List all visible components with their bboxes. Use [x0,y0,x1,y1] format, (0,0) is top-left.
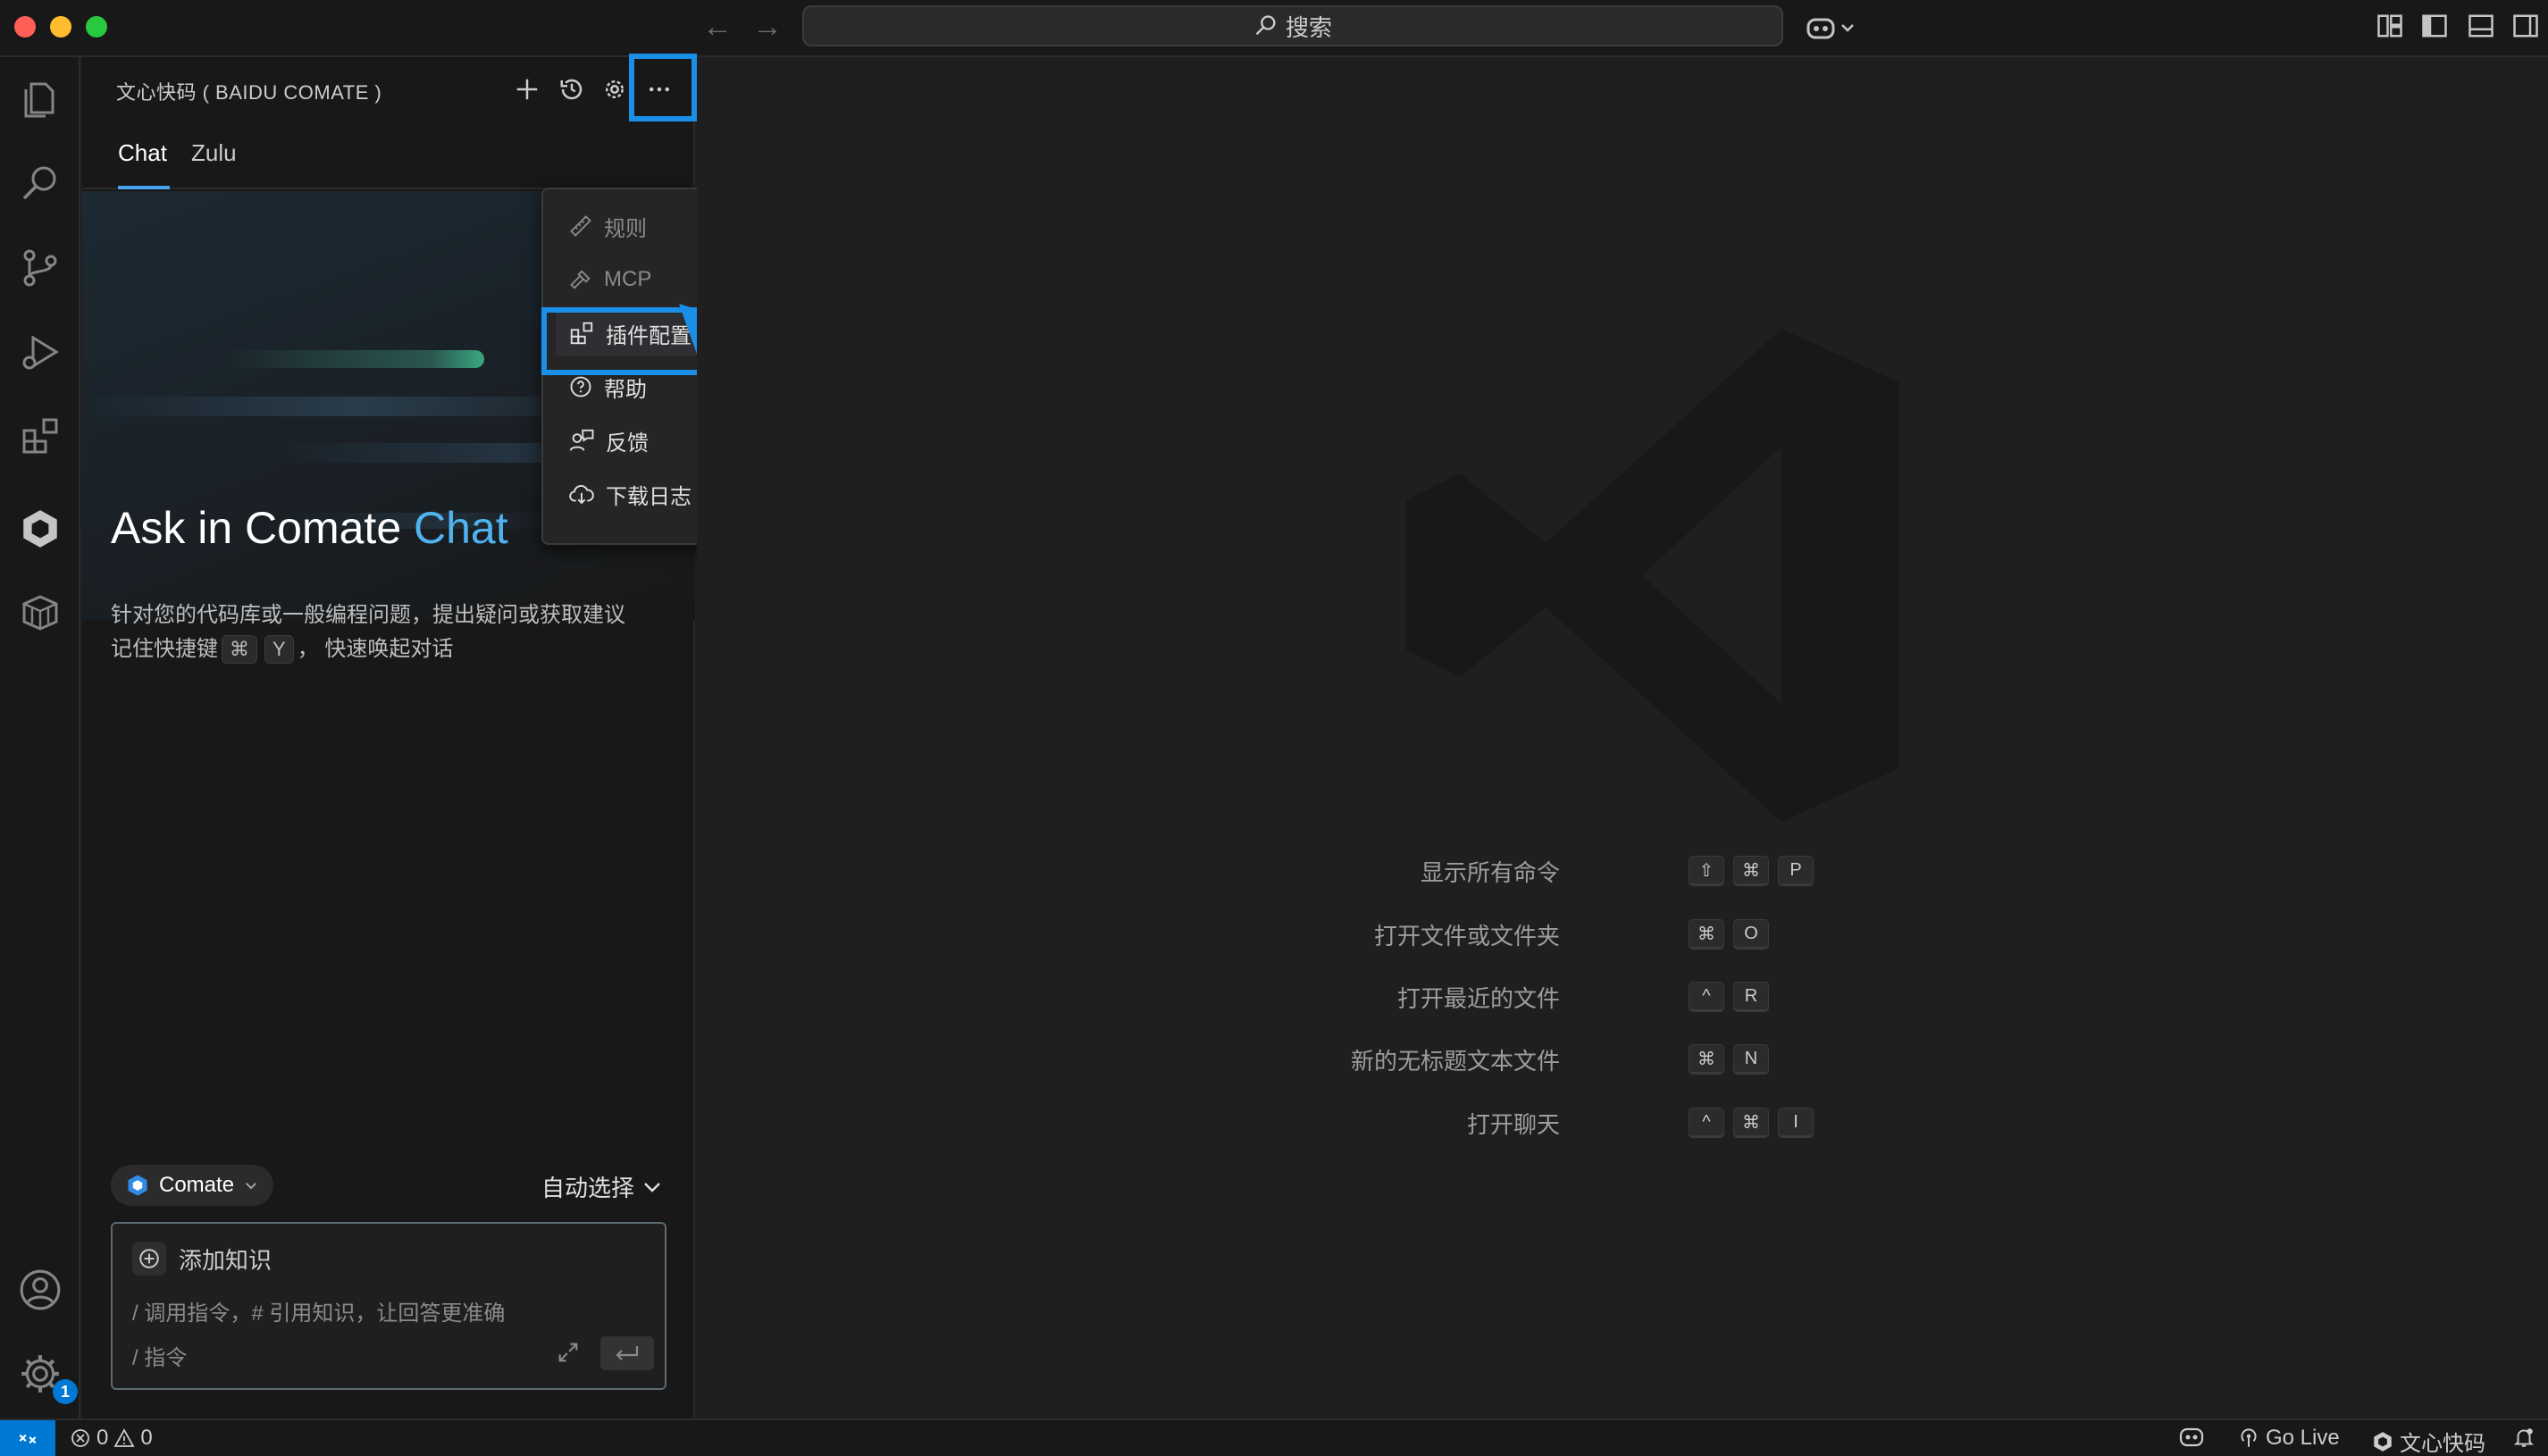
chevron-down-icon [246,1183,256,1190]
package-box-icon[interactable] [13,586,67,640]
o-key: O [1733,919,1769,950]
problems-indicator[interactable]: 0 0 [70,1426,153,1451]
status-bar: 0 0 Go Live 文心快码 [0,1418,2548,1456]
editor-area: 显示所有命令 ⇧ ⌘ P 打开文件或文件夹 ⌘ O 打开最近的文件 ^ R 新的… [697,57,2548,1418]
tab-chat[interactable]: Chat [118,139,167,167]
toggle-primary-sidebar-icon[interactable] [2421,13,2448,44]
cmd-key: ⌘ [1733,856,1769,886]
account-icon[interactable] [13,1263,67,1317]
back-arrow-icon[interactable]: ← [702,9,733,45]
p-key: P [1778,856,1814,886]
add-knowledge-button[interactable]: 添加知识 [132,1242,272,1276]
feedback-icon [569,429,594,451]
error-icon [71,1429,89,1447]
shortcut-new-untitled-file: 新的无标题文本文件 ⌘ N [697,1043,2548,1075]
help-icon [570,376,591,397]
cmd-key: ⌘ [1733,1108,1769,1138]
input-placeholder: / 调用指令，# 引用知识，让回答更准确 [132,1301,506,1326]
comate-status-button[interactable]: 文心快码 [2371,1426,2485,1456]
comate-icon[interactable] [13,502,67,556]
new-chat-button[interactable] [507,70,547,109]
comate-side-panel: 文心快码 ( BAIDU COMATE ) Chat Zulu Ask in C… [82,54,756,1418]
ctrl-key: ^ [1689,1108,1724,1138]
hero-title: Ask in Comate Chat [111,503,508,553]
command-search-box[interactable]: 搜索 [802,5,1783,46]
shortcut-open-chat: 打开聊天 ^ ⌘ I [697,1107,2548,1139]
cloud-download-icon [569,485,594,505]
add-circle-icon [132,1242,166,1276]
run-debug-icon[interactable] [13,325,67,379]
y-key: Y [264,635,294,664]
chat-tabs [82,121,695,189]
chevron-down-icon [644,1182,660,1192]
broadcast-icon [2241,1428,2257,1447]
gear-icon [606,80,624,98]
more-button-highlight [629,54,697,121]
window-minimize-button[interactable] [50,16,71,38]
shortcut-hint: 记住快捷键 ⌘ Y， 快速唤起对话 [111,631,453,664]
panel-title: 文心快码 ( BAIDU COMATE ) [116,81,382,104]
history-button[interactable] [552,70,591,109]
plus-icon [516,79,538,100]
ctrl-key: ^ [1689,982,1724,1012]
model-selector[interactable]: Comate [111,1165,274,1206]
hammer-icon [570,270,591,289]
manage-gear-icon[interactable]: 1 [13,1347,78,1404]
customize-layout-icon[interactable] [2376,13,2403,44]
enter-icon [616,1346,639,1360]
panel-header: 文心快码 ( BAIDU COMATE ) [82,54,697,121]
explorer-icon[interactable] [13,73,67,127]
go-live-button[interactable]: Go Live [2237,1426,2340,1451]
shortcut-open-recent: 打开最近的文件 ^ R [697,981,2548,1013]
hero-description: 针对您的代码库或一般编程问题，提出疑问或获取建议 [111,603,625,627]
search-label: 搜索 [1285,13,1332,41]
auto-select-label: 自动选择 [541,1175,635,1201]
settings-update-badge: 1 [53,1379,78,1404]
shift-key: ⇧ [1689,856,1724,886]
hero-title-accent: Chat [414,503,508,553]
vscode-watermark-icon [1406,329,1899,822]
extensions-icon[interactable] [13,409,67,463]
comate-logo-icon [128,1175,147,1196]
n-key: N [1733,1044,1769,1075]
chat-input-box[interactable]: 添加知识 / 调用指令，# 引用知识，让回答更准确 / 指令 [111,1222,666,1390]
add-knowledge-label: 添加知识 [179,1246,272,1274]
window-maximize-button[interactable] [86,16,107,38]
copilot-status-icon[interactable] [2178,1426,2205,1449]
cmd-key: ⌘ [1689,1044,1724,1075]
toggle-secondary-sidebar-icon[interactable] [2512,13,2539,44]
search-icon [1255,15,1276,36]
shortcut-show-all-commands: 显示所有命令 ⇧ ⌘ P [697,855,2548,887]
send-button[interactable] [600,1336,654,1370]
history-icon [560,79,583,100]
auto-select-dropdown[interactable]: 自动选择 [541,1170,663,1203]
search-icon[interactable] [13,157,67,211]
i-key: I [1778,1108,1814,1138]
shortcut-open-file-folder: 打开文件或文件夹 ⌘ O [697,918,2548,950]
warning-icon [113,1428,135,1447]
window-close-button[interactable] [14,16,36,38]
tab-zulu[interactable]: Zulu [191,139,237,167]
notifications-bell-icon[interactable] [2512,1426,2535,1449]
model-name: Comate [159,1173,235,1197]
title-bar: ← → 搜索 [0,0,2548,57]
toggle-panel-icon[interactable] [2468,13,2494,44]
comate-icon [2374,1431,2392,1452]
warning-count: 0 [140,1426,153,1450]
cmd-key: ⌘ [222,635,257,664]
expand-icon[interactable] [556,1340,583,1367]
active-tab-indicator [118,186,170,189]
copilot-icon[interactable] [1805,13,1858,47]
forward-arrow-icon[interactable]: → [752,9,783,45]
cmd-key: ⌘ [1689,919,1724,950]
error-count: 0 [96,1426,109,1450]
ruler-icon [570,215,591,237]
r-key: R [1733,982,1769,1012]
remote-icon [19,1434,37,1444]
command-placeholder: / 指令 [132,1346,188,1370]
activity-bar: 1 [0,57,80,1418]
remote-window-button[interactable] [0,1420,55,1456]
source-control-icon[interactable] [13,241,67,295]
